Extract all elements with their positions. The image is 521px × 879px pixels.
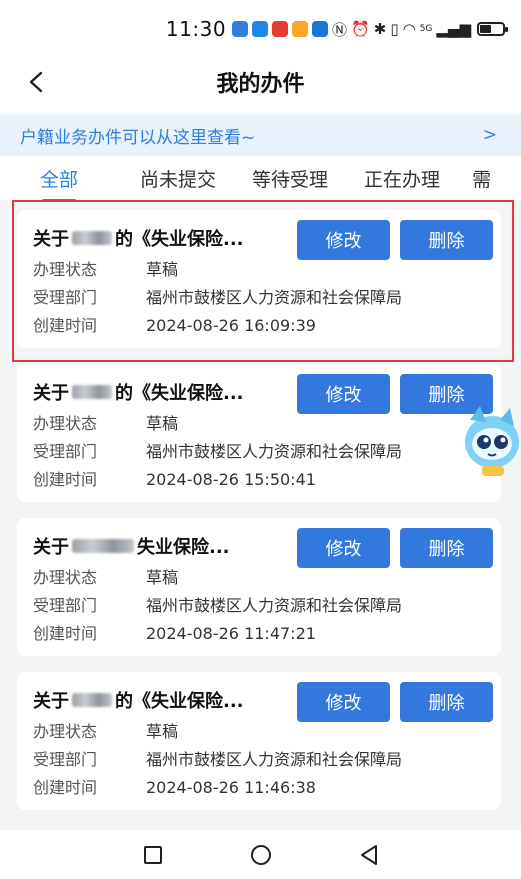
status-label: 办理状态 — [33, 722, 98, 741]
redacted-name — [72, 385, 112, 399]
department-row: 受理部门 福州市鼓楼区人力资源和社会保障局 — [33, 750, 485, 770]
app-notification-icon — [292, 21, 309, 37]
title-prefix: 关于 — [33, 537, 69, 558]
edit-button[interactable]: 修改 — [297, 682, 390, 722]
status-value: 草稿 — [146, 414, 179, 433]
edit-button[interactable]: 修改 — [297, 220, 390, 260]
recent-apps-button[interactable] — [139, 841, 167, 869]
department-label: 受理部门 — [33, 288, 98, 307]
title-prefix: 关于 — [33, 229, 69, 250]
title-prefix: 关于 — [33, 383, 69, 404]
department-label: 受理部门 — [33, 442, 98, 461]
edit-button[interactable]: 修改 — [297, 374, 390, 414]
title-suffix: 的《失业保险... — [115, 383, 244, 404]
app-notification-icon — [252, 21, 269, 37]
department-label: 受理部门 — [33, 750, 98, 769]
chevron-right-icon: > — [482, 125, 497, 145]
department-row: 受理部门 福州市鼓楼区人力资源和社会保障局 — [33, 442, 485, 462]
alarm-icon: ⏰ — [351, 20, 370, 38]
chevron-left-icon — [29, 71, 43, 93]
title-suffix: 失业保险... — [137, 537, 230, 558]
department-row: 受理部门 福州市鼓楼区人力资源和社会保障局 — [33, 596, 485, 616]
title-suffix: 的《失业保险... — [115, 229, 244, 250]
triangle-back-icon — [360, 844, 377, 865]
created-row: 创建时间 2024-08-26 15:50:41 — [33, 470, 485, 490]
signal-icon: ▂▄▆ — [436, 20, 471, 38]
app-notification-icon — [272, 21, 289, 37]
title-suffix: 的《失业保险... — [115, 691, 244, 712]
application-card[interactable]: 关于 的《失业保险... 修改 删除 办理状态 草稿 受理部门 福州市鼓楼区人力… — [17, 364, 501, 502]
status-value: 草稿 — [146, 568, 179, 587]
created-value: 2024-08-26 15:50:41 — [146, 470, 316, 489]
created-label: 创建时间 — [33, 470, 98, 489]
edit-button[interactable]: 修改 — [297, 528, 390, 568]
application-card[interactable]: 关于 的《失业保险... 修改 删除 办理状态 草稿 受理部门 福州市鼓楼区人力… — [17, 210, 501, 348]
back-button[interactable] — [20, 66, 52, 98]
department-value: 福州市鼓楼区人力资源和社会保障局 — [146, 596, 403, 615]
system-nav-bar — [0, 830, 521, 879]
department-value: 福州市鼓楼区人力资源和社会保障局 — [146, 750, 403, 769]
delete-button[interactable]: 删除 — [400, 682, 493, 722]
created-label: 创建时间 — [33, 778, 98, 797]
nav-header: 我的办件 — [0, 58, 521, 106]
notice-text: 户籍业务办件可以从这里查看~ — [20, 127, 256, 148]
status-value: 草稿 — [146, 722, 179, 741]
application-list: 关于 的《失业保险... 修改 删除 办理状态 草稿 受理部门 福州市鼓楼区人力… — [0, 200, 521, 830]
home-button[interactable] — [247, 841, 275, 869]
status-bar: 11:30 Ⓝ ⏰ ✱ ▯ ◠ 5G ▂▄▆ — [0, 0, 521, 58]
application-card[interactable]: 关于 的《失业保险... 修改 删除 办理状态 草稿 受理部门 福州市鼓楼区人力… — [17, 672, 501, 810]
status-time: 11:30 — [165, 17, 227, 41]
battery-icon — [477, 22, 508, 36]
status-label: 办理状态 — [33, 260, 98, 279]
delete-button[interactable]: 删除 — [400, 220, 493, 260]
redacted-name — [72, 539, 134, 553]
title-prefix: 关于 — [33, 691, 69, 712]
department-value: 福州市鼓楼区人力资源和社会保障局 — [146, 288, 403, 307]
network-type-icon: 5G — [419, 24, 433, 34]
department-row: 受理部门 福州市鼓楼区人力资源和社会保障局 — [33, 288, 485, 308]
created-value: 2024-08-26 16:09:39 — [146, 316, 316, 335]
created-value: 2024-08-26 11:47:21 — [146, 624, 316, 643]
page-title: 我的办件 — [216, 72, 305, 97]
status-row: 办理状态 草稿 — [33, 414, 485, 434]
created-row: 创建时间 2024-08-26 11:47:21 — [33, 624, 485, 644]
created-label: 创建时间 — [33, 316, 98, 335]
department-label: 受理部门 — [33, 596, 98, 615]
status-icons: Ⓝ ⏰ ✱ ▯ ◠ 5G ▂▄▆ — [232, 19, 508, 40]
square-icon — [143, 845, 162, 864]
back-nav-button[interactable] — [355, 841, 383, 869]
app-notification-icon — [232, 21, 249, 37]
created-row: 创建时间 2024-08-26 11:46:38 — [33, 778, 485, 798]
nfc-icon: Ⓝ — [332, 20, 348, 39]
redacted-name — [72, 693, 112, 707]
circle-icon — [250, 844, 271, 865]
redacted-name — [72, 231, 112, 245]
assistant-mascot-icon[interactable] — [456, 402, 521, 478]
status-label: 办理状态 — [33, 414, 98, 433]
status-value: 草稿 — [146, 260, 179, 279]
department-value: 福州市鼓楼区人力资源和社会保障局 — [146, 442, 403, 461]
created-value: 2024-08-26 11:46:38 — [146, 778, 316, 797]
application-card[interactable]: 关于 失业保险... 修改 删除 办理状态 草稿 受理部门 福州市鼓楼区人力资源… — [17, 518, 501, 656]
household-notice-banner[interactable]: 户籍业务办件可以从这里查看~ > — [0, 114, 521, 156]
bluetooth-icon: ✱ — [373, 20, 387, 38]
delete-button[interactable]: 删除 — [400, 528, 493, 568]
status-row: 办理状态 草稿 — [33, 722, 485, 742]
created-row: 创建时间 2024-08-26 16:09:39 — [33, 316, 485, 336]
vibrate-icon: ▯ — [390, 20, 399, 38]
status-row: 办理状态 草稿 — [33, 260, 485, 280]
status-row: 办理状态 草稿 — [33, 568, 485, 588]
created-label: 创建时间 — [33, 624, 98, 643]
status-label: 办理状态 — [33, 568, 98, 587]
wifi-icon: ◠ — [402, 20, 416, 38]
cloud-notification-icon — [312, 21, 329, 37]
